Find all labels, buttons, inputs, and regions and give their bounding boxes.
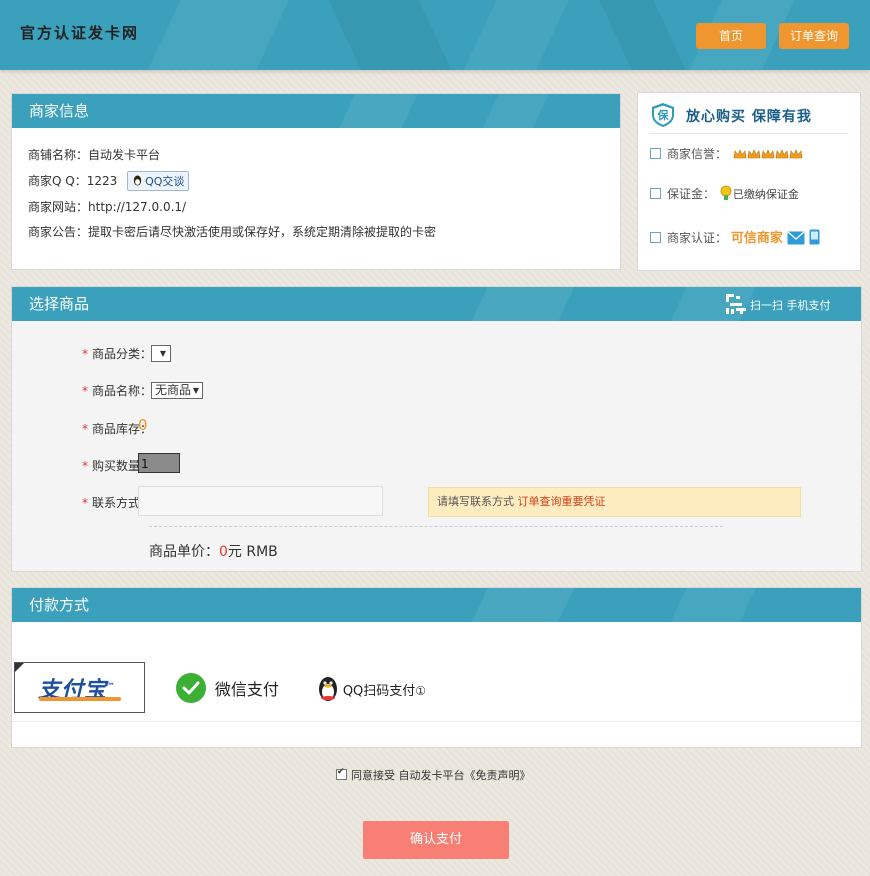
product-panel: 选择商品 扫一扫 手机支付 * 商品分类： ▼ * 商品名称： 无商品 ▼ * 商品库存… [11,286,862,572]
agree-text: 同意接受 自动发卡平台《免责声明》 [351,769,531,782]
qq-chat-button[interactable]: QQ交谈 [127,171,190,191]
top-header: 官方认证发卡网 首页 订单查询 [0,0,870,70]
phone-verified-icon [809,229,820,248]
payment-panel: 付款方式 支付宝™ 微信支付 QQ扫码支付① [11,587,862,748]
check-icon [650,188,661,199]
qq-pay-label: QQ扫码支付 [342,684,416,699]
wechat-pay-label: 微信支付 [214,680,279,699]
alipay-swoosh-icon [39,697,121,701]
scan-pay-label: 扫一扫 手机支付 [750,299,831,312]
site-logo[interactable]: 官方认证发卡网 [20,22,139,43]
price-value: 0 [219,544,228,560]
certification-row: 商家认证： 可信商家 [650,227,820,248]
deposit-value: 已缴纳保证金 [732,188,799,201]
qq-pay-suffix: ① [415,684,427,698]
contact-input[interactable] [138,486,383,516]
certification-label: 商家认证： [667,231,728,245]
quantity-value: 1 [141,457,149,471]
guarantee-badge-text: 保 [657,108,670,122]
payment-title: 付款方式 [12,588,861,622]
guarantee-shield-icon: 保 [650,102,676,128]
wechat-pay-option[interactable]: 微信支付 [175,672,279,704]
price-divider [149,526,723,527]
category-label: 商品分类： [92,347,153,361]
merchant-name-value: 自动发卡平台 [88,148,161,162]
qq-penguin-icon [133,175,142,186]
product-title-text: 选择商品 [29,295,90,313]
credit-row: 商家信誉： [650,145,805,163]
email-verified-icon [787,231,805,248]
guarantee-panel: 保 放心购买 保障有我 商家信誉： 保证金： 已缴纳保证金 商家认证： 可信商家 [637,92,861,271]
price-unit: 元 RMB [227,544,278,560]
product-name-label: 商品名称： [92,384,153,398]
nav-home-button[interactable]: 首页 [696,23,766,49]
qq-penguin-icon [317,676,339,705]
crown-rating-icon [733,148,805,163]
chevron-down-icon: ▼ [159,349,166,358]
merchant-site-label: 商家网站： [28,200,89,214]
checkmark-icon: ✔ [337,767,345,777]
product-name-select[interactable]: 无商品 ▼ [151,382,203,399]
confirm-pay-button[interactable]: 确认支付 [363,821,509,859]
category-field-label: * 商品分类： [82,347,153,361]
agreement-row[interactable]: ✔ 同意接受 自动发卡平台《免责声明》 [336,767,531,783]
contact-hint-box: 请填写联系方式 订单查询重要凭证 [428,487,801,517]
merchant-qq-label: 商家Q Q： [28,174,87,188]
merchant-site-row: 商家网站：http://127.0.0.1/ [28,198,186,215]
alipay-tm: ™ [107,681,117,691]
merchant-info-title: 商家信息 [12,94,620,128]
product-name-field-label: * 商品名称： [82,384,153,398]
trusted-merchant-value: 可信商家 [730,231,783,246]
qq-pay-option[interactable]: QQ扫码支付① [317,676,426,702]
chevron-down-icon: ▼ [192,386,199,395]
alipay-option[interactable]: 支付宝™ [14,662,145,713]
merchant-site-value[interactable]: http://127.0.0.1/ [88,200,186,214]
stock-value: 0 [138,416,148,434]
nav-order-query-button[interactable]: 订单查询 [779,23,849,49]
wechat-icon [175,672,207,707]
merchant-notice-row: 商家公告：提取卡密后请尽快激活使用或保存好，系统定期清除被提取的卡密 [28,223,436,240]
unit-price-row: 商品单价：0元 RMB [149,541,278,561]
guarantee-divider [650,133,848,134]
contact-hint-emphasis: 订单查询重要凭证 [517,495,606,508]
credit-label: 商家信誉： [667,147,728,161]
deposit-medal-icon [719,185,733,204]
merchant-notice-value: 提取卡密后请尽快激活使用或保存好，系统定期清除被提取的卡密 [88,225,437,239]
category-select[interactable]: ▼ [151,345,171,362]
price-label: 商品单价： [149,544,219,560]
check-icon [650,148,661,159]
qq-chat-label: QQ交谈 [145,175,185,188]
merchant-qq-value: 1223 [86,174,118,188]
qr-code-icon [726,294,746,321]
product-name-value: 无商品 [155,383,192,397]
quantity-input[interactable]: 1 [138,453,180,473]
payment-bottom-divider [12,721,861,722]
deposit-label: 保证金： [667,187,716,201]
scan-pay-link[interactable]: 扫一扫 手机支付 [726,294,831,314]
merchant-name-row: 商铺名称：自动发卡平台 [28,146,160,163]
guarantee-title: 放心购买 保障有我 [686,109,812,125]
merchant-notice-label: 商家公告： [28,225,89,239]
deposit-row: 保证金： 已缴纳保证金 [650,185,799,204]
agree-checkbox[interactable]: ✔ [336,767,347,780]
selected-corner-icon [15,663,24,672]
merchant-info-panel: 商家信息 商铺名称：自动发卡平台 商家Q Q：1223 QQ交谈 商家网站：ht… [11,93,621,270]
check-icon [650,232,661,243]
merchant-qq-row: 商家Q Q：1223 QQ交谈 [28,171,190,191]
contact-hint: 请填写联系方式 [437,495,514,508]
merchant-name-label: 商铺名称： [28,148,89,162]
